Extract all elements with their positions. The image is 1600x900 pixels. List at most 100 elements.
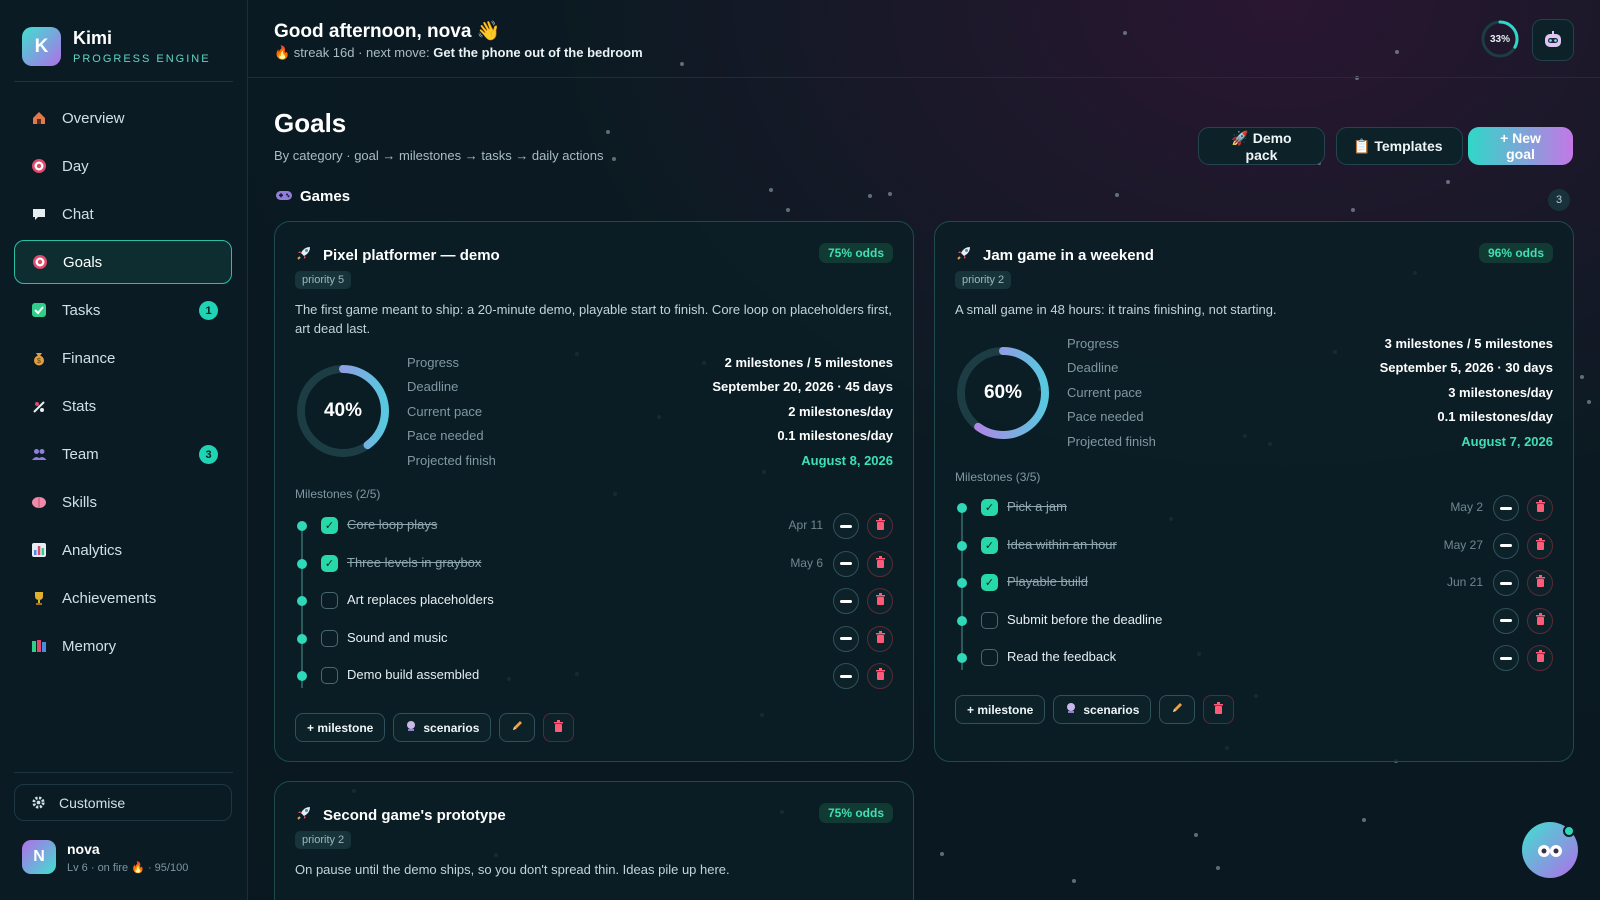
sidebar-item-label: Chat [62,205,94,223]
milestone-date: Jun 21 [1446,575,1483,589]
milestone-label: Demo build assembled [347,667,480,682]
delete-goal-button[interactable] [543,713,575,742]
day-progress-label: 33% [1489,33,1510,45]
sidebar-item-chat[interactable]: Chat [14,192,232,236]
goal-card[interactable]: Jam game in a weekend 96% odds priority 2 A… [934,221,1574,762]
collapse-button[interactable] [1493,532,1519,559]
milestone-label: Art replaces placeholders [347,592,494,607]
brand[interactable]: K Kimi PROGRESS ENGINE [22,27,211,66]
target-icon [31,253,49,271]
add-milestone-button[interactable]: + milestone [955,695,1046,724]
collapse-button[interactable] [833,513,859,539]
goal-title[interactable]: Jam game in a weekend [955,244,1154,266]
milestone-checkbox[interactable] [321,667,338,684]
milestone-checkbox[interactable] [981,649,998,666]
delete-milestone-button[interactable] [867,588,893,614]
next-move[interactable]: Get the phone out of the bedroom [433,45,642,60]
odds-badge: 75% odds [818,243,893,263]
category-header[interactable]: Games [276,188,350,205]
sidebar-item-tasks[interactable]: Tasks 1 [14,288,232,332]
milestone-list: ✓ Pick a jam May 2 ✓ Idea within an hour May … [955,494,1553,682]
delete-milestone-button[interactable] [1527,532,1553,559]
priority-badge: priority 2 [955,271,1012,289]
assistant-button[interactable] [1532,19,1574,61]
edit-goal-button[interactable] [1159,695,1196,724]
stat-row: Projected finish August 8, 2026 [407,448,893,473]
brand-tagline: PROGRESS ENGINE [73,53,211,65]
milestone-checkbox[interactable] [981,611,998,629]
milestone-checkbox[interactable]: ✓ [321,554,338,572]
delete-milestone-button[interactable] [867,663,893,689]
stat-row: Deadline September 20, 2026 · 45 days [407,375,893,400]
goal-card[interactable]: Pixel platformer — demo 75% odds priority … [274,221,914,762]
timeline-dot [957,540,967,551]
goal-card[interactable]: Second game's prototype 75% odds priority … [274,781,914,900]
minus-icon [840,599,852,603]
stat-label: Current pace [1067,384,1143,400]
collapse-button[interactable] [833,663,859,689]
brand-logo: K [22,27,61,66]
collapse-button[interactable] [1493,645,1519,671]
user-profile[interactable]: N nova Lv 6 · on fire 🔥 · 95/100 [22,840,188,874]
add-milestone-button[interactable]: + milestone [295,713,386,742]
divider [14,81,233,82]
sidebar-item-team[interactable]: Team 3 [14,432,232,476]
sidebar-item-day[interactable]: Day [14,144,232,188]
assistant-fab[interactable] [1522,822,1578,878]
trash-icon [1535,612,1546,630]
svg-text:$: $ [37,358,41,365]
target-icon [30,157,48,175]
page-subtitle: By category · goal → milestones → tasks … [274,148,604,163]
sidebar-item-label: Memory [62,637,117,655]
goal-description: The first game meant to ship: a 20-minut… [295,302,892,336]
sidebar-item-analytics[interactable]: Analytics [14,528,232,572]
user-level: Lv 6 · on fire 🔥 · 95/100 [67,861,189,874]
scenarios-button[interactable]: scenarios [1053,695,1152,724]
delete-milestone-button[interactable] [867,550,893,577]
sidebar-item-stats[interactable]: Stats [14,384,232,428]
gamepad-icon [276,188,292,205]
sidebar-item-goals[interactable]: Goals [14,240,232,284]
delete-milestone-button[interactable] [1527,570,1553,596]
sidebar-item-memory[interactable]: Memory [14,624,232,668]
customise-button[interactable]: Customise [14,784,232,821]
delete-milestone-button[interactable] [1527,607,1553,634]
crystal-ball-icon [1065,702,1077,717]
delete-milestone-button[interactable] [1527,645,1553,671]
new-goal-button[interactable]: + New goal [1468,127,1573,165]
delete-milestone-button[interactable] [1527,495,1553,521]
templates-button[interactable]: 📋 Templates [1336,127,1463,165]
sidebar-item-skills[interactable]: Skills [14,480,232,524]
milestone-checkbox[interactable]: ✓ [321,517,338,534]
collapse-button[interactable] [833,550,859,577]
milestone-checkbox[interactable]: ✓ [981,499,998,516]
milestone-checkbox[interactable] [321,629,338,647]
trash-icon [1535,537,1546,555]
collapse-button[interactable] [1493,607,1519,634]
demo-pack-button[interactable]: 🚀 Demo pack [1198,127,1325,165]
rocket-icon [955,244,973,266]
delete-milestone-button[interactable] [867,513,893,539]
milestone-checkbox[interactable]: ✓ [981,574,998,591]
sidebar-item-finance[interactable]: $ Finance [14,336,232,380]
stat-row: Projected finish August 7, 2026 [1067,429,1553,454]
collapse-button[interactable] [833,588,859,614]
page-title: Goals [274,108,347,138]
day-progress-ring[interactable]: 33% [1480,19,1520,59]
delete-goal-button[interactable] [1203,695,1235,724]
collapse-button[interactable] [1493,495,1519,521]
milestone-checkbox[interactable]: ✓ [981,536,998,554]
scenarios-button[interactable]: scenarios [393,713,492,742]
delete-milestone-button[interactable] [867,625,893,652]
timeline-dot [957,578,967,588]
milestone-checkbox[interactable] [321,592,338,609]
stat-value: August 7, 2026 [1461,433,1553,449]
goal-title[interactable]: Pixel platformer — demo [295,244,500,266]
star-dot [1587,400,1591,404]
sidebar-item-achievements[interactable]: Achievements [14,576,232,620]
collapse-button[interactable] [1493,570,1519,596]
goal-title[interactable]: Second game's prototype [295,804,506,826]
edit-goal-button[interactable] [499,713,536,742]
collapse-button[interactable] [833,625,859,652]
sidebar-item-overview[interactable]: Overview [14,96,232,140]
